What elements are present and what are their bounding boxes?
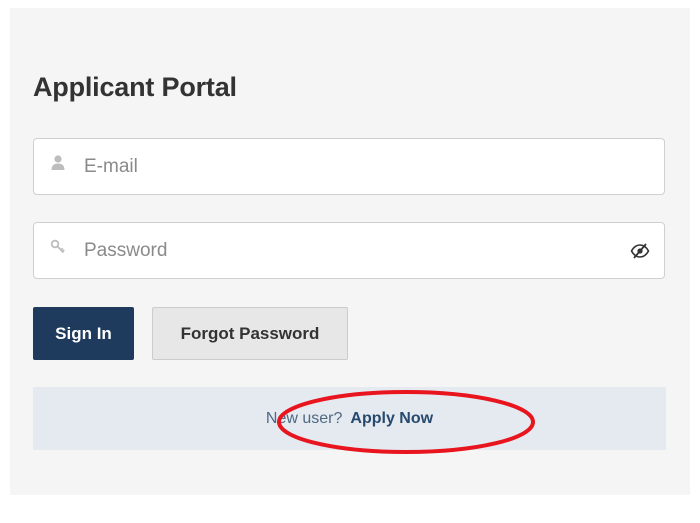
- new-user-text: New user?: [265, 409, 343, 427]
- forgot-password-button[interactable]: Forgot Password: [152, 307, 348, 360]
- page-title: Applicant Portal: [33, 72, 237, 102]
- key-icon: [50, 239, 65, 254]
- email-field[interactable]: [33, 138, 665, 195]
- password-field[interactable]: [33, 222, 665, 279]
- new-user-banner: New user? Apply Now: [33, 387, 666, 450]
- email-input[interactable]: [84, 139, 624, 194]
- eye-slash-icon[interactable]: [630, 242, 650, 260]
- sign-in-button[interactable]: Sign In: [33, 307, 134, 360]
- password-input[interactable]: [84, 223, 624, 278]
- apply-now-link[interactable]: Apply Now: [350, 410, 433, 428]
- user-icon: [51, 155, 65, 170]
